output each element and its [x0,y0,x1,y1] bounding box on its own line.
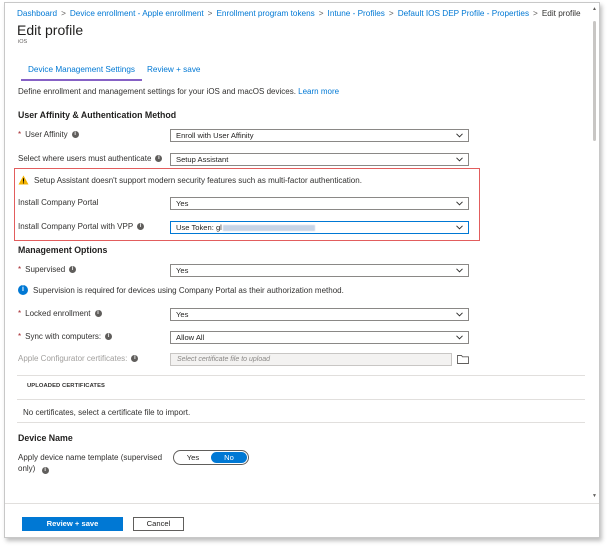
install-cp-vpp-value: Use Token: gl [176,223,222,232]
chevron-down-icon [456,335,463,340]
learn-more-link[interactable]: Learn more [298,87,339,96]
authenticate-dropdown[interactable]: Setup Assistant [170,153,469,166]
install-cp-dropdown[interactable]: Yes [170,197,469,210]
install-cp-label: Install Company Portal [18,198,98,207]
supervised-dropdown[interactable]: Yes [170,264,469,277]
footer-divider [5,503,599,504]
divider [17,375,585,376]
breadcrumb-dashboard[interactable]: Dashboard [17,9,57,18]
tab-device-management-settings[interactable]: Device Management Settings [21,65,142,81]
warning-text: Setup Assistant doesn't support modern s… [34,175,362,185]
redacted-token [222,225,315,231]
breadcrumb-separator: > [388,9,394,18]
apply-name-template-label: Apply device name template (supervised o… [18,452,168,474]
certificate-placeholder: Select certificate file to upload [177,356,270,363]
chevron-down-icon [456,225,463,230]
authenticate-label-text: Select where users must authenticate [18,154,152,163]
info-icon[interactable]: i [105,333,113,340]
apply-name-template-toggle[interactable]: Yes No [173,450,249,465]
install-cp-vpp-label-text: Install Company Portal with VPP [18,222,134,231]
configurator-label: Apple Configurator certificates: i [18,354,139,363]
section-title-affinity: User Affinity & Authentication Method [18,110,177,120]
configurator-label-text: Apple Configurator certificates: [18,354,128,363]
info-icon[interactable]: i [69,266,77,273]
breadcrumb-current: Edit profile [541,9,581,18]
authenticate-value: Setup Assistant [176,155,229,164]
tab-review-save[interactable]: Review + save [147,65,200,74]
sync-value: Allow All [176,333,205,342]
edit-profile-window: Dashboard > Device enrollment - Apple enro… [4,2,600,538]
chevron-down-icon [456,201,463,206]
authenticate-label: Select where users must authenticate i [18,154,163,163]
certificate-file-input[interactable]: Select certificate file to upload [170,353,452,366]
breadcrumb-enrollment-tokens[interactable]: Enrollment program tokens [216,9,314,18]
scrollbar-thumb[interactable] [593,21,596,141]
toggle-option-yes[interactable]: Yes [176,452,210,463]
vertical-scrollbar[interactable]: ▲ ▼ [592,5,597,501]
required-asterisk: * [18,265,22,274]
required-asterisk: * [18,130,22,139]
scroll-down-icon[interactable]: ▼ [592,494,597,499]
breadcrumb-separator: > [207,9,213,18]
scroll-up-icon[interactable]: ▲ [592,7,597,12]
section-title-management: Management Options [18,245,108,255]
breadcrumb-intune-profiles[interactable]: Intune - Profiles [328,9,385,18]
info-icon: i [18,285,28,295]
user-affinity-dropdown[interactable]: Enroll with User Affinity [170,129,469,142]
apply-name-template-label-text: Apply device name template (supervised o… [18,453,163,473]
locked-label-text: Locked enrollment [25,309,91,318]
install-cp-value: Yes [176,199,189,208]
divider [17,399,585,400]
locked-dropdown[interactable]: Yes [170,308,469,321]
locked-value: Yes [176,310,189,319]
breadcrumb-dep-profile-properties[interactable]: Default IOS DEP Profile - Properties [398,9,529,18]
page-title: Edit profile [17,22,84,38]
warning-message: Setup Assistant doesn't support modern s… [18,175,362,185]
intro-text: Define enrollment and management setting… [18,87,339,96]
install-cp-vpp-dropdown[interactable]: Use Token: gl [170,221,469,234]
info-icon[interactable]: i [71,131,79,138]
sync-dropdown[interactable]: Allow All [170,331,469,344]
toggle-option-no[interactable]: No [211,452,247,463]
divider [17,422,585,423]
info-icon[interactable]: i [155,155,163,162]
uploaded-certificates-header: UPLOADED CERTIFICATES [27,383,105,389]
breadcrumb: Dashboard > Device enrollment - Apple enro… [17,9,581,18]
supervised-label: * Supervised i [18,265,77,274]
breadcrumb-apple-enrollment[interactable]: Device enrollment - Apple enrollment [70,9,204,18]
folder-icon[interactable] [457,354,469,364]
supervised-label-text: Supervised [25,265,66,274]
info-message: i Supervision is required for devices us… [18,285,344,295]
user-affinity-label: * User Affinity i [18,130,79,139]
chevron-down-icon [456,133,463,138]
install-cp-vpp-label: Install Company Portal with VPP i [18,222,145,231]
info-icon[interactable]: i [94,310,102,317]
sync-label: * Sync with computers: i [18,332,113,341]
info-text: Supervision is required for devices usin… [33,285,344,295]
install-cp-label-text: Install Company Portal [18,198,99,207]
section-title-device-name: Device Name [18,433,73,443]
breadcrumb-separator: > [61,9,66,18]
required-asterisk: * [18,332,22,341]
locked-label: * Locked enrollment i [18,309,102,318]
supervised-value: Yes [176,266,189,275]
info-icon[interactable]: i [41,467,49,474]
user-affinity-label-text: User Affinity [25,130,68,139]
breadcrumb-separator: > [533,9,538,18]
intro-description: Define enrollment and management setting… [18,87,296,96]
breadcrumb-separator: > [318,9,324,18]
info-icon[interactable]: i [137,223,145,230]
info-icon[interactable]: i [131,355,139,362]
chevron-down-icon [456,268,463,273]
page-subtitle: iOS [18,39,28,45]
user-affinity-value: Enroll with User Affinity [176,131,254,140]
warning-icon [18,175,29,185]
required-asterisk: * [18,309,22,318]
chevron-down-icon [456,312,463,317]
sync-label-text: Sync with computers: [25,332,102,341]
review-save-button[interactable]: Review + save [22,517,123,531]
no-certificates-text: No certificates, select a certificate fi… [23,408,191,417]
cancel-button[interactable]: Cancel [133,517,184,531]
chevron-down-icon [456,157,463,162]
